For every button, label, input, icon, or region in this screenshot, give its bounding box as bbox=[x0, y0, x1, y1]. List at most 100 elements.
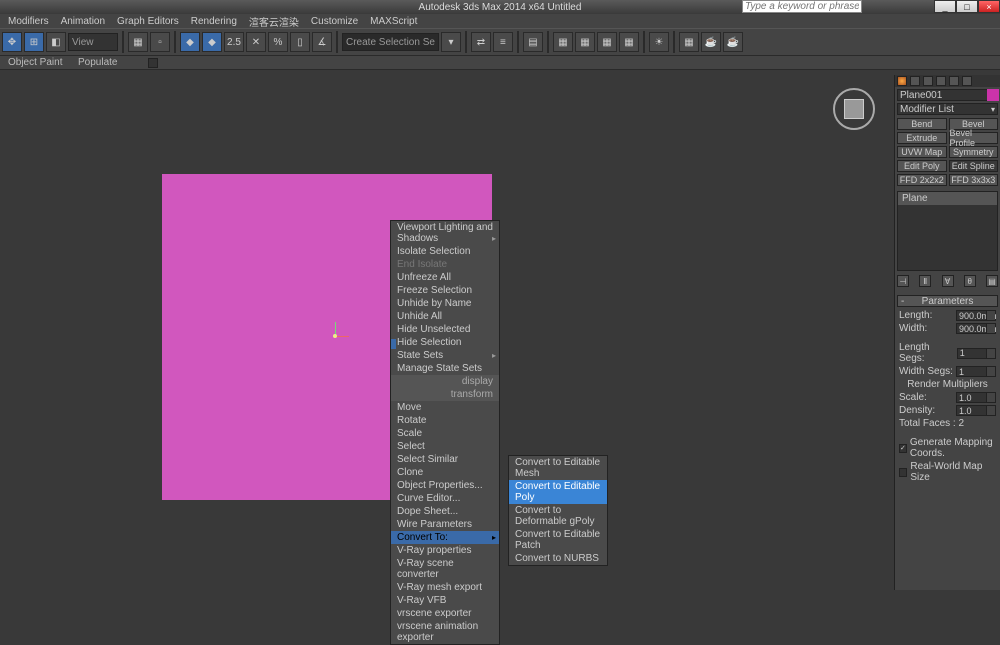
menu-rendering[interactable]: Rendering bbox=[185, 16, 243, 27]
mirror-tool[interactable]: ⇄ bbox=[471, 32, 491, 52]
mod-btn-bevel-profile[interactable]: Bevel Profile bbox=[949, 132, 999, 144]
object-name-field[interactable]: Plane001 bbox=[897, 89, 998, 101]
ctx-isolate-selection[interactable]: Isolate Selection bbox=[391, 245, 499, 258]
mod-btn-edit-spline[interactable]: Edit Spline bbox=[949, 160, 999, 172]
ctx-curve-editor-[interactable]: Curve Editor... bbox=[391, 492, 499, 505]
ctx-vrscene-animation-exporter[interactable]: vrscene animation exporter bbox=[391, 620, 499, 644]
menu-customize[interactable]: Customize bbox=[305, 16, 364, 27]
transform-gizmo[interactable] bbox=[327, 322, 349, 344]
select-link-tool[interactable]: ⊞ bbox=[24, 32, 44, 52]
render-setup-tool[interactable]: ▦ bbox=[619, 32, 639, 52]
modify-tab-icon[interactable] bbox=[910, 76, 920, 86]
ctx-convert-to-[interactable]: Convert To: bbox=[391, 531, 499, 544]
pin-stack-icon[interactable]: ⊣ bbox=[897, 275, 909, 287]
hierarchy-tab-icon[interactable] bbox=[923, 76, 933, 86]
ctx-sub-convert-to-editable-poly[interactable]: Convert to Editable Poly bbox=[509, 480, 607, 504]
percent-tool[interactable]: % bbox=[268, 32, 288, 52]
create-tab-icon[interactable] bbox=[897, 76, 907, 86]
ref-coord-dropdown[interactable]: View bbox=[68, 33, 118, 51]
curve-editor-tool[interactable]: ▦ bbox=[553, 32, 573, 52]
align-tool[interactable]: ≡ bbox=[493, 32, 513, 52]
viewcube[interactable] bbox=[833, 88, 875, 130]
ctx-v-ray-mesh-export[interactable]: V-Ray mesh export bbox=[391, 581, 499, 594]
ctx-sub-convert-to-deformable-gpoly[interactable]: Convert to Deformable gPoly bbox=[509, 504, 607, 528]
render-tool[interactable]: ▦ bbox=[679, 32, 699, 52]
length-input[interactable]: 900.0mm bbox=[956, 310, 996, 321]
menu-animation[interactable]: Animation bbox=[55, 16, 111, 27]
snap-tool[interactable]: ▯ bbox=[290, 32, 310, 52]
show-end-icon[interactable]: Ⅱ bbox=[919, 275, 931, 287]
render-frame-tool[interactable]: ☀ bbox=[649, 32, 669, 52]
fill-tool[interactable]: ◆ bbox=[202, 32, 222, 52]
ctx-clone[interactable]: Clone bbox=[391, 466, 499, 479]
gen-mapping-checkbox[interactable]: ✓ bbox=[899, 444, 907, 453]
ctx-hide-selection[interactable]: Hide Selection bbox=[391, 336, 499, 349]
make-unique-icon[interactable]: ∀ bbox=[942, 275, 954, 287]
utilities-tab-icon[interactable] bbox=[962, 76, 972, 86]
motion-tab-icon[interactable] bbox=[936, 76, 946, 86]
select-tool[interactable]: ✥ bbox=[2, 32, 22, 52]
teapot-tool[interactable]: ☕ bbox=[701, 32, 721, 52]
angle-tool[interactable]: ∡ bbox=[312, 32, 332, 52]
ctx-scale[interactable]: Scale bbox=[391, 427, 499, 440]
width-input[interactable]: 900.0mm bbox=[956, 323, 996, 334]
menu-cloud-render[interactable]: 渲客云渲染 bbox=[243, 14, 305, 29]
ctx-sub-convert-to-nurbs[interactable]: Convert to NURBS bbox=[509, 552, 607, 565]
configure-icon[interactable]: ▤ bbox=[986, 275, 998, 287]
schematic-tool[interactable]: ▦ bbox=[575, 32, 595, 52]
subobject-tool[interactable]: ◧ bbox=[46, 32, 66, 52]
search-input[interactable] bbox=[742, 0, 862, 13]
menu-modifiers[interactable]: Modifiers bbox=[2, 16, 55, 27]
ribbon-toggle[interactable] bbox=[148, 58, 158, 68]
menu-graph-editors[interactable]: Graph Editors bbox=[111, 16, 185, 27]
ctx-sub-convert-to-editable-patch[interactable]: Convert to Editable Patch bbox=[509, 528, 607, 552]
ctx-state-sets[interactable]: State Sets bbox=[391, 349, 499, 362]
stack-plane[interactable]: Plane bbox=[898, 192, 997, 205]
real-world-checkbox[interactable] bbox=[899, 468, 907, 477]
parameters-rollout[interactable]: Parameters bbox=[897, 295, 998, 307]
ctx-select[interactable]: Select bbox=[391, 440, 499, 453]
ctx-object-properties-[interactable]: Object Properties... bbox=[391, 479, 499, 492]
brush-tool[interactable]: ◆ bbox=[180, 32, 200, 52]
menu-maxscript[interactable]: MAXScript bbox=[364, 16, 423, 27]
viewport[interactable]: Viewport Lighting and ShadowsIsolate Sel… bbox=[0, 70, 895, 590]
populate-tab[interactable]: Populate bbox=[78, 57, 148, 68]
ctx-v-ray-properties[interactable]: V-Ray properties bbox=[391, 544, 499, 557]
maximize-button[interactable]: □ bbox=[956, 0, 978, 13]
attach-tool[interactable]: ▫ bbox=[150, 32, 170, 52]
mod-btn-ffd-3x3x3[interactable]: FFD 3x3x3 bbox=[949, 174, 999, 186]
length-segs-input[interactable]: 1 bbox=[957, 348, 996, 359]
ctx-manage-state-sets[interactable]: Manage State Sets bbox=[391, 362, 499, 375]
ctx-unhide-all[interactable]: Unhide All bbox=[391, 310, 499, 323]
modifier-list-dropdown[interactable]: Modifier List bbox=[897, 103, 998, 115]
display-tab-icon[interactable] bbox=[949, 76, 959, 86]
ctx-select-similar[interactable]: Select Similar bbox=[391, 453, 499, 466]
mod-btn-uvw-map[interactable]: UVW Map bbox=[897, 146, 947, 158]
teapot2-tool[interactable]: ☕ bbox=[723, 32, 743, 52]
object-paint-tab[interactable]: Object Paint bbox=[8, 57, 78, 68]
mod-btn-bend[interactable]: Bend bbox=[897, 118, 947, 130]
material-tool[interactable]: ▦ bbox=[597, 32, 617, 52]
layers-tool[interactable]: ▤ bbox=[523, 32, 543, 52]
ctx-sub-convert-to-editable-mesh[interactable]: Convert to Editable Mesh bbox=[509, 456, 607, 480]
mod-btn-ffd-2x2x2[interactable]: FFD 2x2x2 bbox=[897, 174, 947, 186]
remove-mod-icon[interactable]: θ bbox=[964, 275, 976, 287]
ctx-wire-parameters[interactable]: Wire Parameters bbox=[391, 518, 499, 531]
ctx-rotate[interactable]: Rotate bbox=[391, 414, 499, 427]
ctx-v-ray-vfb[interactable]: V-Ray VFB bbox=[391, 594, 499, 607]
mod-btn-extrude[interactable]: Extrude bbox=[897, 132, 947, 144]
ctx-viewport-lighting-and-shadows[interactable]: Viewport Lighting and Shadows bbox=[391, 221, 499, 245]
ctx-v-ray-scene-converter[interactable]: V-Ray scene converter bbox=[391, 557, 499, 581]
ctx-hide-unselected[interactable]: Hide Unselected bbox=[391, 323, 499, 336]
ctx-dope-sheet-[interactable]: Dope Sheet... bbox=[391, 505, 499, 518]
mod-btn-symmetry[interactable]: Symmetry bbox=[949, 146, 999, 158]
ctx-unhide-by-name[interactable]: Unhide by Name bbox=[391, 297, 499, 310]
minimize-button[interactable]: _ bbox=[934, 0, 956, 13]
create-tool[interactable]: ▦ bbox=[128, 32, 148, 52]
ctx-unfreeze-all[interactable]: Unfreeze All bbox=[391, 271, 499, 284]
ctx-end-isolate[interactable]: End Isolate bbox=[391, 258, 499, 271]
mod-btn-edit-poly[interactable]: Edit Poly bbox=[897, 160, 947, 172]
modifier-stack[interactable]: Plane bbox=[897, 191, 998, 271]
width-segs-input[interactable]: 1 bbox=[956, 366, 996, 377]
ctx-freeze-selection[interactable]: Freeze Selection bbox=[391, 284, 499, 297]
